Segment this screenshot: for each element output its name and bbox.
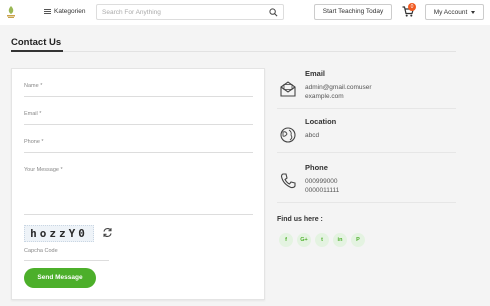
email-value-line2: example.com — [305, 93, 344, 100]
start-teaching-button[interactable]: Start Teaching Today — [314, 4, 392, 20]
message-textarea[interactable]: Your Message * — [24, 167, 253, 215]
twitter-icon[interactable]: t — [315, 233, 329, 247]
cart-count-badge: 0 — [408, 3, 416, 11]
refresh-captcha-icon[interactable] — [102, 227, 113, 238]
globe-icon — [280, 127, 296, 143]
my-account-label: My Account — [433, 8, 468, 16]
search-box — [96, 4, 284, 20]
title-divider — [11, 51, 456, 52]
facebook-icon[interactable]: f — [279, 233, 293, 247]
location-value: abcd — [305, 132, 320, 139]
envelope-icon — [280, 81, 296, 97]
site-logo[interactable] — [5, 5, 17, 19]
send-message-button[interactable]: Send Message — [24, 268, 96, 288]
email-heading: Email — [305, 69, 326, 78]
top-navbar: Kategorien Start Teaching Today 0 My Acc… — [0, 0, 490, 25]
linkedin-icon[interactable]: in — [333, 233, 347, 247]
captcha-image: hozzY0 — [24, 225, 94, 242]
captcha-code-field[interactable]: Capcha Code — [24, 248, 109, 261]
categories-menu[interactable]: Kategorien — [44, 8, 85, 15]
email-field[interactable]: Email * — [24, 111, 253, 125]
categories-label: Kategorien — [54, 8, 86, 15]
pinterest-icon[interactable]: P — [351, 233, 365, 247]
hamburger-icon — [44, 9, 51, 14]
phone-value-line2: 0000011111 — [305, 187, 340, 194]
my-account-dropdown[interactable]: My Account — [425, 4, 484, 20]
find-us-heading: Find us here : — [277, 216, 323, 223]
search-icon[interactable] — [269, 8, 278, 17]
title-underline — [11, 50, 63, 52]
phone-field[interactable]: Phone * — [24, 139, 253, 153]
page-title: Contact Us — [11, 37, 62, 48]
info-divider — [277, 202, 456, 203]
phone-heading: Phone — [305, 163, 328, 172]
google-plus-icon[interactable]: G+ — [297, 233, 311, 247]
phone-icon — [280, 173, 296, 189]
name-field[interactable]: Name * — [24, 83, 253, 97]
contact-form-card: Name * Email * Phone * Your Message * ho… — [11, 68, 265, 300]
search-input[interactable] — [102, 8, 262, 17]
location-heading: Location — [305, 117, 337, 126]
info-divider — [277, 108, 456, 109]
info-divider — [277, 152, 456, 153]
chevron-down-icon — [471, 10, 476, 14]
